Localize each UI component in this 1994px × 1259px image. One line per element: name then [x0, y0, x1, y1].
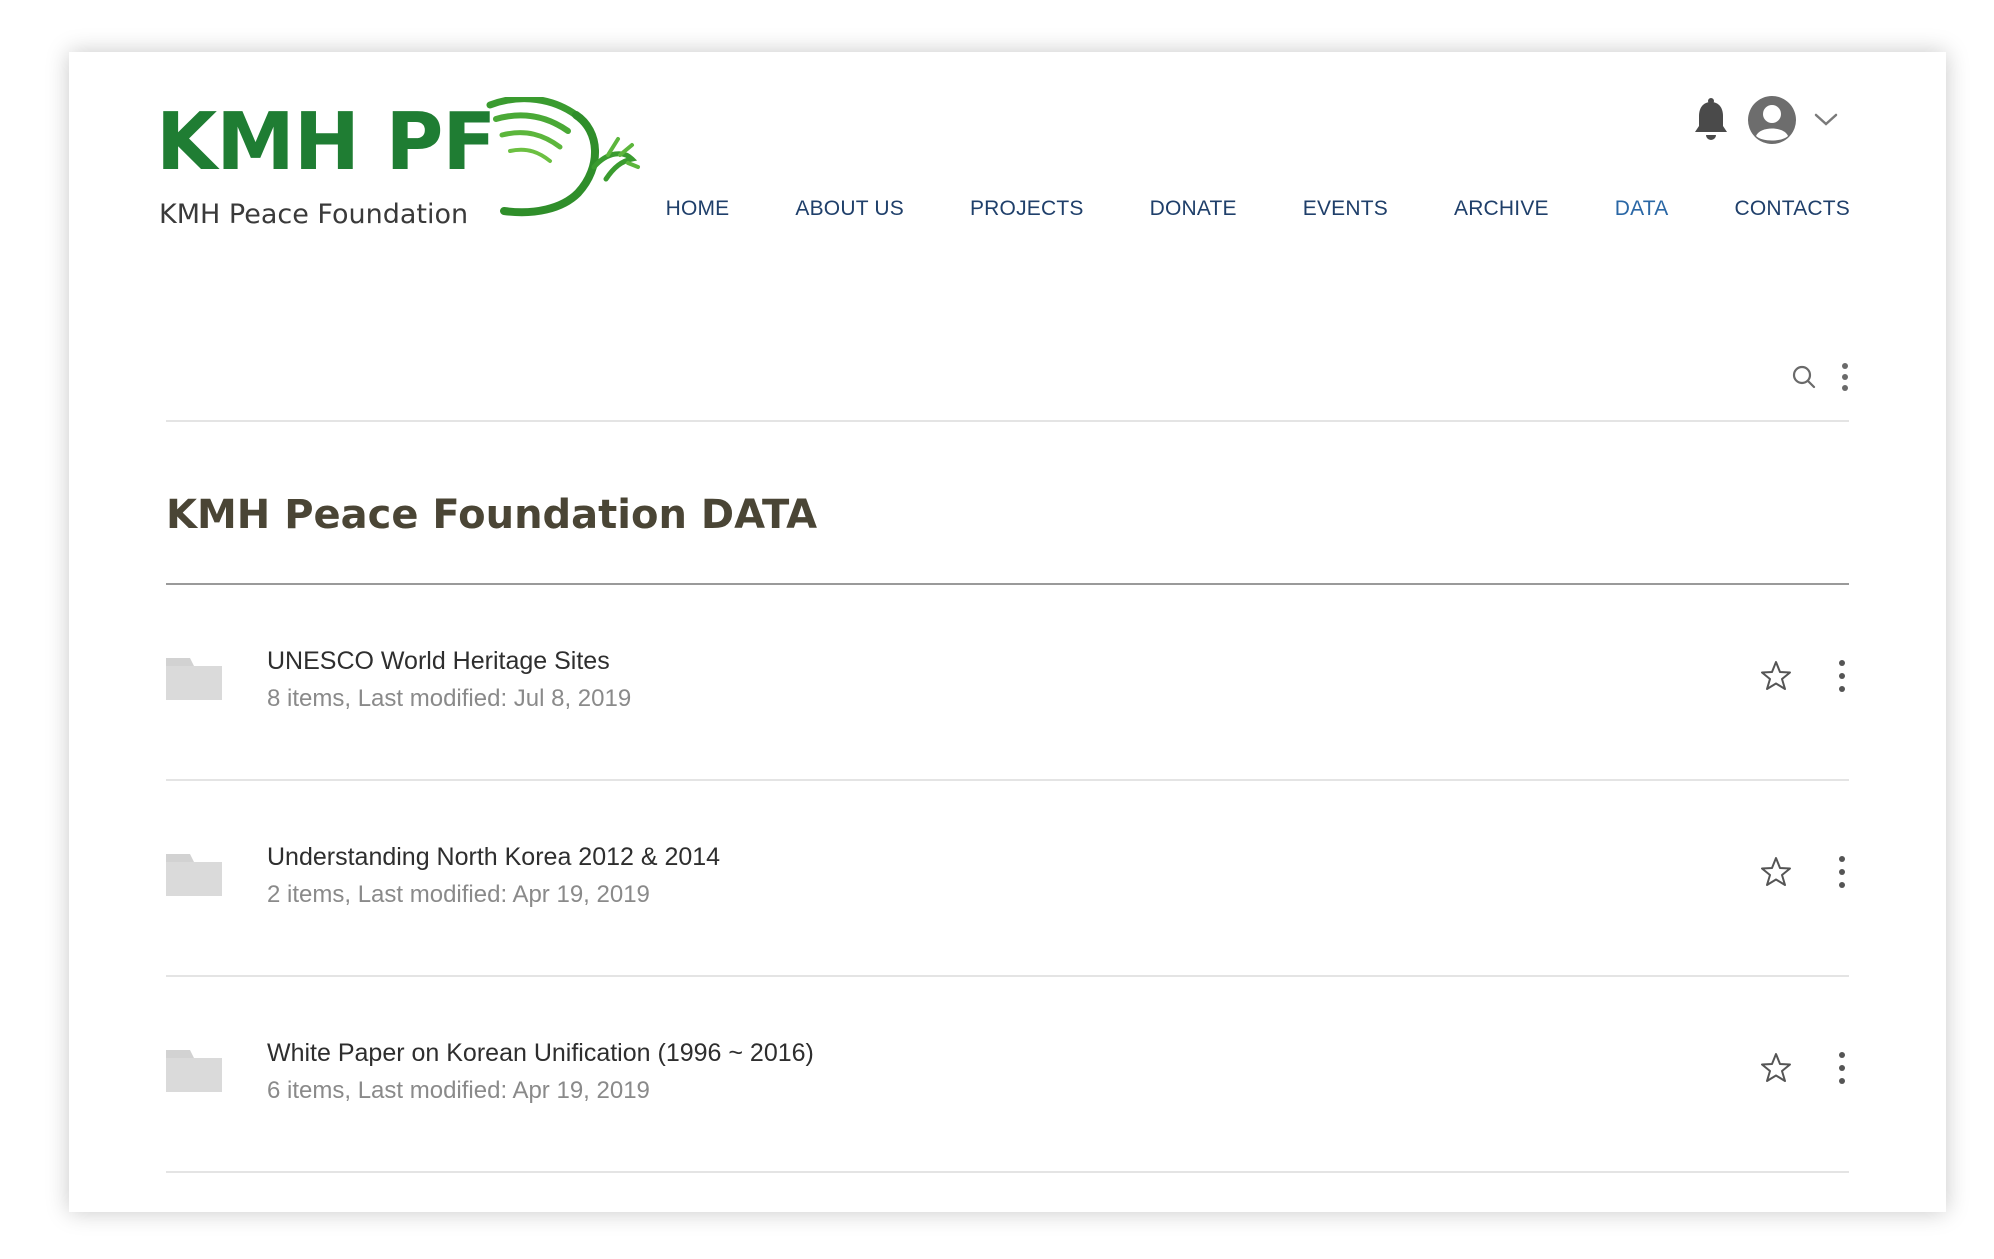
logo-text: KMH PF — [156, 96, 496, 188]
more-vertical-icon[interactable] — [1835, 854, 1849, 890]
avatar-icon[interactable] — [1748, 96, 1796, 144]
folder-name[interactable]: Understanding North Korea 2012 & 2014 — [267, 843, 720, 872]
folder-icon — [166, 658, 222, 700]
star-icon[interactable] — [1759, 1051, 1793, 1085]
bell-icon[interactable] — [1692, 98, 1730, 142]
main-nav: HOME ABOUT US PROJECTS DONATE EVENTS ARC… — [666, 197, 1850, 221]
folder-row[interactable]: UNESCO World Heritage Sites 8 items, Las… — [166, 585, 1849, 781]
folder-meta: 2 items, Last modified: Apr 19, 2019 — [267, 881, 650, 908]
nav-item-about-us[interactable]: ABOUT US — [795, 197, 904, 221]
chevron-down-icon[interactable] — [1814, 113, 1838, 127]
site-logo[interactable]: KMH PF KMH Peace Foundation — [156, 93, 640, 230]
more-vertical-icon[interactable] — [1841, 362, 1849, 392]
folder-icon — [166, 854, 222, 896]
nav-item-archive[interactable]: ARCHIVE — [1454, 197, 1549, 221]
folder-row[interactable]: White Paper on Korean Unification (1996 … — [166, 977, 1849, 1173]
nav-item-contacts[interactable]: CONTACTS — [1734, 197, 1850, 221]
nav-item-data[interactable]: DATA — [1615, 197, 1669, 221]
search-icon[interactable] — [1791, 364, 1817, 390]
folder-meta: 6 items, Last modified: Apr 19, 2019 — [267, 1077, 650, 1104]
nav-item-events[interactable]: EVENTS — [1303, 197, 1388, 221]
more-vertical-icon[interactable] — [1835, 658, 1849, 694]
star-icon[interactable] — [1759, 855, 1793, 889]
nav-item-donate[interactable]: DONATE — [1150, 197, 1237, 221]
nav-item-projects[interactable]: PROJECTS — [970, 197, 1084, 221]
star-icon[interactable] — [1759, 659, 1793, 693]
folder-icon — [166, 1050, 222, 1092]
logo-subtitle: KMH Peace Foundation — [159, 199, 469, 230]
dove-icon — [486, 97, 640, 217]
folder-name[interactable]: White Paper on Korean Unification (1996 … — [267, 1039, 814, 1068]
folder-meta: 8 items, Last modified: Jul 8, 2019 — [267, 685, 632, 712]
folder-row[interactable]: Understanding North Korea 2012 & 2014 2 … — [166, 781, 1849, 977]
folder-list: UNESCO World Heritage Sites 8 items, Las… — [166, 585, 1849, 1173]
nav-item-home[interactable]: HOME — [666, 197, 730, 221]
folder-name[interactable]: UNESCO World Heritage Sites — [267, 647, 610, 676]
more-vertical-icon[interactable] — [1835, 1050, 1849, 1086]
page-title: KMH Peace Foundation DATA — [166, 492, 818, 538]
page-frame: KMH PF KMH Peace Foundation HOME ABOUT U… — [69, 52, 1946, 1212]
content-toolbar — [166, 352, 1849, 422]
account-area — [1692, 92, 1838, 148]
